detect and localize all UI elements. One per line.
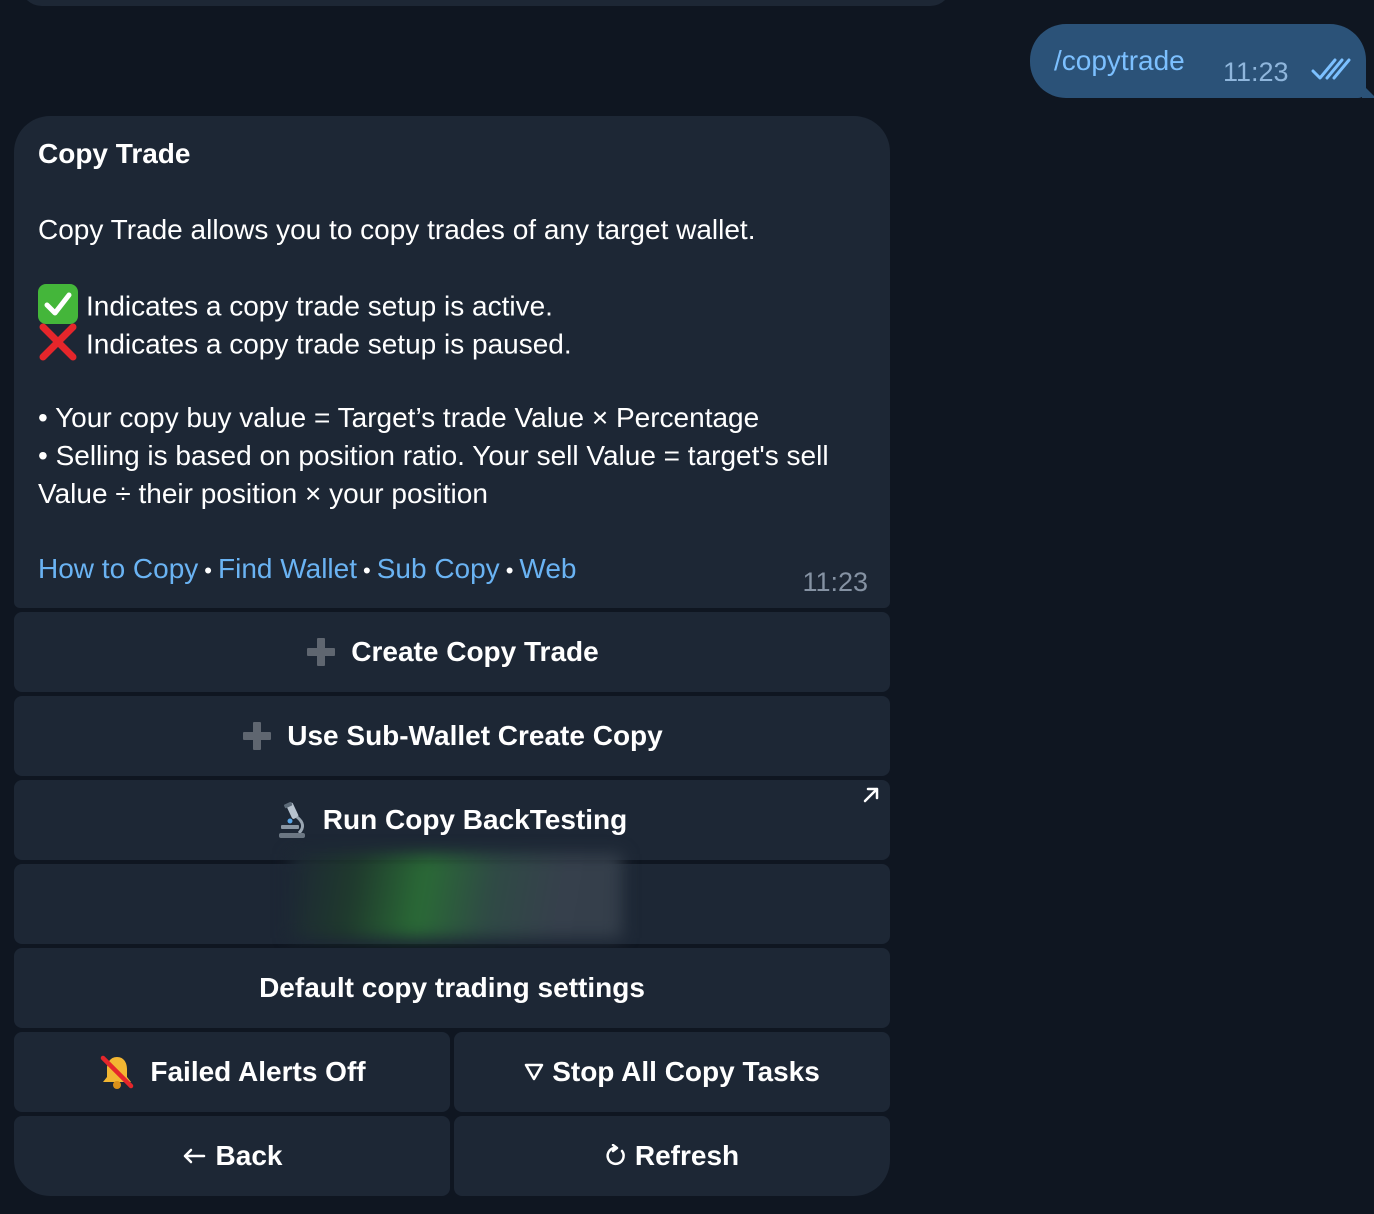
triangle-down-icon [524, 1062, 544, 1082]
external-link-icon [863, 787, 879, 803]
default-settings-button[interactable]: Default copy trading settings [14, 948, 890, 1028]
plus-icon [305, 636, 337, 668]
bell-slash-icon [98, 1053, 136, 1091]
bullet-sell-value: • Selling is based on position ratio. Yo… [38, 440, 829, 471]
message-links: How to Copy • Find Wallet • Sub Copy • Web [38, 553, 576, 585]
failed-alerts-label: Failed Alerts Off [150, 1056, 366, 1087]
cross-mark-icon [38, 322, 78, 362]
link-web[interactable]: Web [519, 553, 576, 584]
link-sub-copy[interactable]: Sub Copy [377, 553, 500, 584]
outgoing-message[interactable]: /copytrade 11:23 [1030, 24, 1374, 98]
stop-all-label: Stop All Copy Tasks [552, 1056, 820, 1087]
stop-all-button[interactable]: Stop All Copy Tasks [454, 1032, 890, 1112]
use-subwallet-label: Use Sub-Wallet Create Copy [287, 720, 663, 751]
use-subwallet-button[interactable]: Use Sub-Wallet Create Copy [14, 696, 890, 776]
active-legend-text: Indicates a copy trade setup is active. [86, 290, 553, 322]
message-time: 11:23 [802, 567, 868, 597]
message-intro: Copy Trade allows you to copy trades of … [38, 214, 756, 245]
message-title: Copy Trade [38, 138, 191, 169]
link-separator: • [363, 558, 371, 583]
outgoing-message-text: /copytrade [1054, 45, 1185, 76]
refresh-label: Refresh [634, 1140, 740, 1171]
failed-alerts-button[interactable]: Failed Alerts Off [14, 1032, 450, 1112]
refresh-icon [605, 1144, 627, 1168]
run-backtesting-label: Run Copy BackTesting [322, 804, 628, 835]
back-button[interactable]: Back [14, 1116, 450, 1196]
plus-icon [241, 720, 273, 752]
link-separator: • [204, 558, 212, 583]
redacted-area [290, 854, 622, 938]
back-label: Back [215, 1140, 283, 1171]
bullet-sell-value-cont: Value ÷ their position × your position [38, 478, 488, 509]
previous-message-bubble [20, 0, 952, 6]
bullet-buy-value: • Your copy buy value = Target’s trade V… [38, 402, 760, 433]
link-find-wallet[interactable]: Find Wallet [218, 553, 357, 584]
run-backtesting-button[interactable]: Run Copy BackTesting [14, 780, 890, 860]
link-how-to-copy[interactable]: How to Copy [38, 553, 198, 584]
link-separator: • [505, 558, 514, 583]
paused-legend: Indicates a copy trade setup is paused. [38, 323, 572, 366]
chat-view: /copytrade 11:23 Copy Trade Copy Trade a… [0, 0, 1374, 1214]
active-legend: Indicates a copy trade setup is active. [38, 284, 553, 328]
create-copy-trade-label: Create Copy Trade [351, 636, 599, 667]
microscope-icon [277, 801, 309, 839]
refresh-button[interactable]: Refresh [454, 1116, 890, 1196]
left-arrow-icon [182, 1148, 206, 1164]
check-mark-icon [38, 284, 78, 324]
outgoing-message-time: 11:23 [1223, 57, 1289, 87]
bot-message: Copy Trade Copy Trade allows you to copy… [14, 116, 890, 608]
default-settings-label: Default copy trading settings [259, 972, 645, 1003]
create-copy-trade-button[interactable]: Create Copy Trade [14, 612, 890, 692]
double-check-icon [1311, 58, 1351, 80]
paused-legend-text: Indicates a copy trade setup is paused. [86, 328, 572, 360]
